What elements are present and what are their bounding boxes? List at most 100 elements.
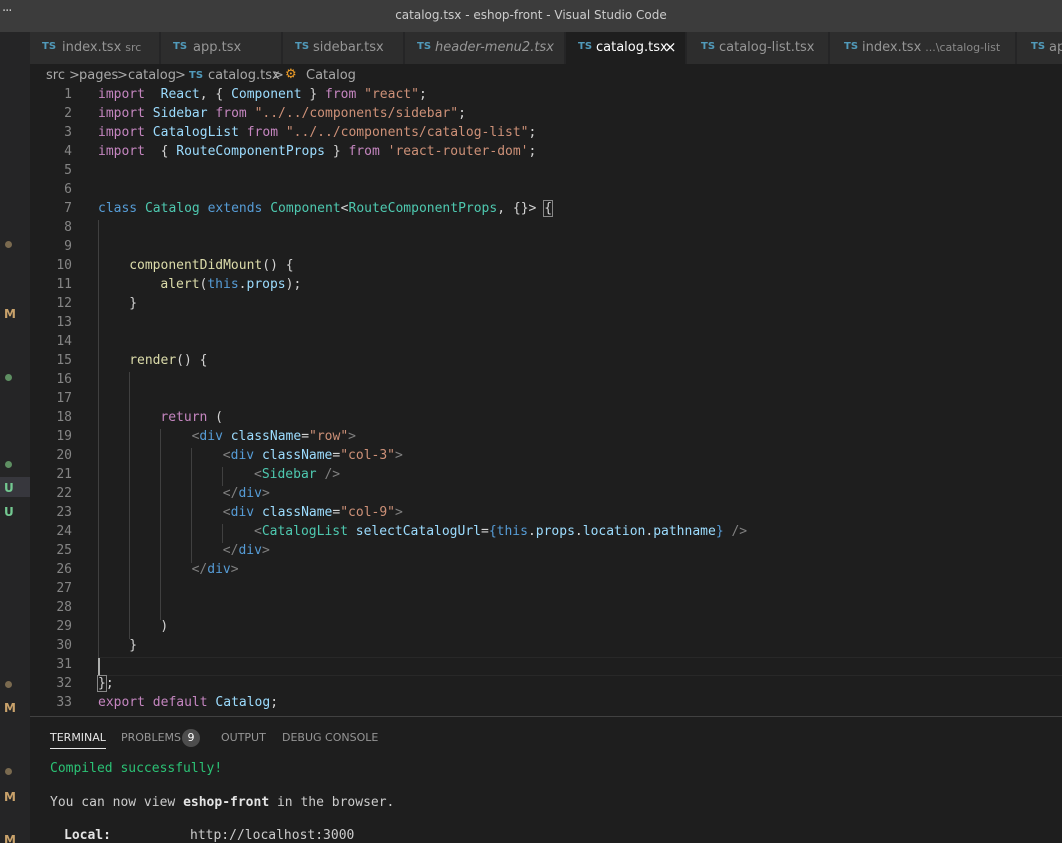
tab-label: index.tsx — [862, 40, 922, 55]
git-change-dot-icon — [5, 374, 12, 381]
code-token: , {}> — [497, 201, 545, 216]
typescript-icon: TS — [578, 41, 593, 52]
code-token: from — [215, 106, 247, 121]
code-token: "../../components/catalog-list" — [285, 125, 529, 140]
line-number: 13 — [56, 315, 72, 330]
code-line: import Sidebar from "../../components/si… — [98, 106, 466, 121]
line-number: 18 — [56, 410, 72, 425]
code-token: > — [348, 429, 356, 444]
code-token: ; — [528, 125, 537, 140]
problems-count-badge: 9 — [182, 729, 200, 747]
code-token: pathname — [653, 524, 716, 539]
code-token: "row" — [309, 429, 349, 444]
code-line: <Sidebar /> — [254, 467, 340, 482]
code-line: } — [129, 638, 137, 653]
code-token: className — [261, 448, 333, 463]
line-number: 29 — [56, 619, 72, 634]
code-token: class — [98, 201, 138, 216]
code-token: ( — [207, 410, 224, 425]
tab-sidebar[interactable]: TS sidebar.tsx — [283, 32, 404, 64]
code-token: ; — [418, 87, 427, 102]
code-token: < — [340, 201, 349, 216]
window-title: catalog.tsx - eshop-front - Visual Studi… — [395, 8, 667, 22]
breadcrumb-item-catalog[interactable]: catalog — [128, 68, 176, 83]
tab-header-menu2[interactable]: TS header-menu2.tsx — [405, 32, 565, 64]
tab-label: catalog.tsx — [596, 40, 668, 55]
indent-guide — [98, 220, 99, 658]
tab-debug-console[interactable]: DEBUG CONSOLE — [282, 731, 378, 744]
code-token: render — [129, 353, 177, 368]
code-token: } — [97, 675, 107, 692]
code-line: render() { — [129, 353, 207, 368]
tab-output[interactable]: OUTPUT — [221, 731, 266, 744]
code-token: > — [395, 448, 403, 463]
tab-terminal[interactable]: TERMINAL — [50, 731, 106, 749]
indent-guide — [160, 429, 161, 620]
code-token: ; — [458, 106, 466, 121]
git-status-letter: M — [4, 833, 16, 843]
tab-label: ap — [1049, 40, 1062, 55]
code-line: import React, { Component } from "react"… — [98, 87, 427, 102]
code-token: > — [261, 486, 270, 501]
breadcrumb-symbol[interactable]: Catalog — [306, 68, 356, 83]
breadcrumb-separator: > — [117, 68, 128, 83]
code-token: > — [230, 562, 239, 577]
code-token: </ — [222, 543, 239, 558]
current-line-highlight — [98, 657, 1062, 676]
bottom-panel: TERMINAL PROBLEMS 9 OUTPUT DEBUG CONSOLE… — [30, 716, 1062, 843]
breadcrumb-item-pages[interactable]: pages — [79, 68, 118, 83]
close-icon[interactable]: × — [664, 38, 677, 56]
code-line: componentDidMount() { — [129, 258, 293, 273]
typescript-icon: TS — [189, 70, 204, 81]
terminal-view-message: You can now view eshop-front in the brow… — [50, 795, 395, 810]
line-number: 6 — [64, 182, 72, 197]
code-token: } — [129, 638, 138, 653]
code-editor[interactable]: 1 2 3 4 5 6 7 8 9 10 11 12 13 14 15 16 17 18 19 20 21 22 23 24 2… — [30, 86, 1062, 716]
git-change-dot-icon — [5, 681, 12, 688]
code-token: import — [98, 125, 145, 140]
code-token: RouteComponentProps — [176, 144, 325, 159]
indent-guide — [222, 467, 223, 486]
tab-problems[interactable]: PROBLEMS — [121, 731, 181, 744]
code-token: this — [207, 277, 239, 292]
code-token: "react" — [364, 87, 419, 102]
breadcrumb-file[interactable]: catalog.tsx — [208, 68, 280, 83]
code-line: } — [129, 296, 137, 311]
line-number: 9 — [64, 239, 72, 254]
indent-guide — [191, 448, 192, 563]
typescript-icon: TS — [1031, 41, 1046, 52]
code-token: . — [527, 524, 536, 539]
code-token: CatalogList — [261, 524, 348, 539]
code-line: export default Catalog; — [98, 695, 278, 710]
code-token: extends — [207, 201, 263, 216]
code-line: <CatalogList selectCatalogUrl={this.prop… — [254, 524, 747, 539]
code-token: Sidebar — [261, 467, 317, 482]
line-number: 32 — [56, 676, 72, 691]
terminal-local-url[interactable]: http://localhost:3000 — [190, 828, 354, 843]
tab-app-overflow[interactable]: TS ap — [1017, 32, 1062, 64]
code-token: div — [207, 562, 231, 577]
tab-index-catalog-list[interactable]: TS index.tsx ...\catalog-list — [830, 32, 1016, 64]
tab-catalog-list[interactable]: TS catalog-list.tsx — [687, 32, 829, 64]
line-number: 1 — [64, 87, 72, 102]
breadcrumb-separator: > — [175, 68, 186, 83]
breadcrumb-item-src[interactable]: src — [46, 68, 65, 83]
more-actions-icon[interactable]: ··· — [2, 4, 12, 19]
code-token: selectCatalogUrl — [355, 524, 481, 539]
tab-catalog[interactable]: TS catalog.tsx × — [566, 32, 686, 64]
git-status-letter: M — [4, 701, 16, 715]
code-token: div — [230, 505, 255, 520]
tab-label: app.tsx — [193, 40, 242, 55]
tab-index-src[interactable]: TS index.tsx src — [30, 32, 160, 64]
tab-app[interactable]: TS app.tsx — [161, 32, 282, 64]
code-token: className — [230, 429, 302, 444]
code-token: < — [254, 467, 262, 482]
code-token: { — [144, 144, 177, 159]
